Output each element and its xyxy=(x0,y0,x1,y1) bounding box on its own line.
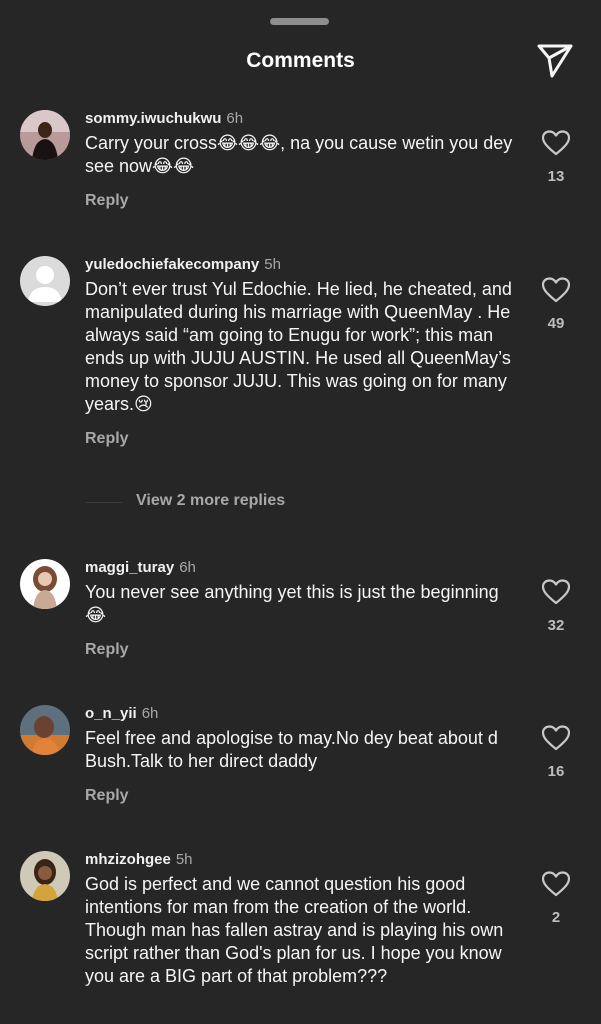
heart-icon[interactable] xyxy=(542,579,570,605)
heart-icon[interactable] xyxy=(542,725,570,751)
comment-username[interactable]: o_n_yii xyxy=(85,705,137,722)
view-more-replies-label[interactable]: View 2 more replies xyxy=(136,492,285,510)
reply-button[interactable]: Reply xyxy=(85,641,517,659)
comment-time: 5h xyxy=(264,256,281,273)
like-count: 2 xyxy=(551,909,561,926)
avatar[interactable] xyxy=(20,851,70,901)
scroll-fade xyxy=(0,982,601,1024)
page-title: Comments xyxy=(246,49,355,72)
comment-text: Don’t ever trust Yul Edochie. He lied, h… xyxy=(85,279,512,414)
reply-button[interactable]: Reply xyxy=(85,192,517,210)
reply-button[interactable]: Reply xyxy=(85,787,517,805)
comment-username[interactable]: sommy.iwuchukwu xyxy=(85,110,221,127)
like-count: 13 xyxy=(547,168,565,185)
like-count: 49 xyxy=(547,315,565,332)
like-count: 32 xyxy=(547,617,565,634)
drag-handle[interactable] xyxy=(270,18,329,25)
comment-time: 6h xyxy=(179,559,196,576)
heart-icon[interactable] xyxy=(542,277,570,303)
avatar[interactable] xyxy=(20,256,70,306)
like-count: 16 xyxy=(547,763,565,780)
comment-username[interactable]: yuledochiefakecompany xyxy=(85,256,259,273)
comment-text: God is perfect and we cannot question hi… xyxy=(85,874,504,986)
avatar[interactable] xyxy=(20,110,70,160)
comment-time: 6h xyxy=(226,110,244,127)
avatar[interactable] xyxy=(20,705,70,755)
reply-button[interactable]: Reply xyxy=(85,430,517,448)
comment-time: 5h xyxy=(175,851,193,868)
send-icon[interactable] xyxy=(536,42,574,78)
comment-time: 6h xyxy=(141,705,159,722)
avatar[interactable] xyxy=(20,559,70,609)
heart-icon[interactable] xyxy=(542,871,570,897)
divider xyxy=(86,502,122,503)
comment-text: Feel free and apologise to may.No dey be… xyxy=(85,728,498,771)
heart-icon[interactable] xyxy=(542,130,570,156)
comment-text: Carry your cross😂😂😂, na you cause wetin … xyxy=(85,133,513,176)
comments-sheet: Comments sommy.iwuchukwu 6h Carry your cr… xyxy=(0,0,601,1024)
comment-username[interactable]: mhzizohgee xyxy=(85,851,171,868)
comment-username[interactable]: maggi_turay xyxy=(85,559,174,576)
comment-text: You never see anything yet this is just … xyxy=(85,582,499,625)
